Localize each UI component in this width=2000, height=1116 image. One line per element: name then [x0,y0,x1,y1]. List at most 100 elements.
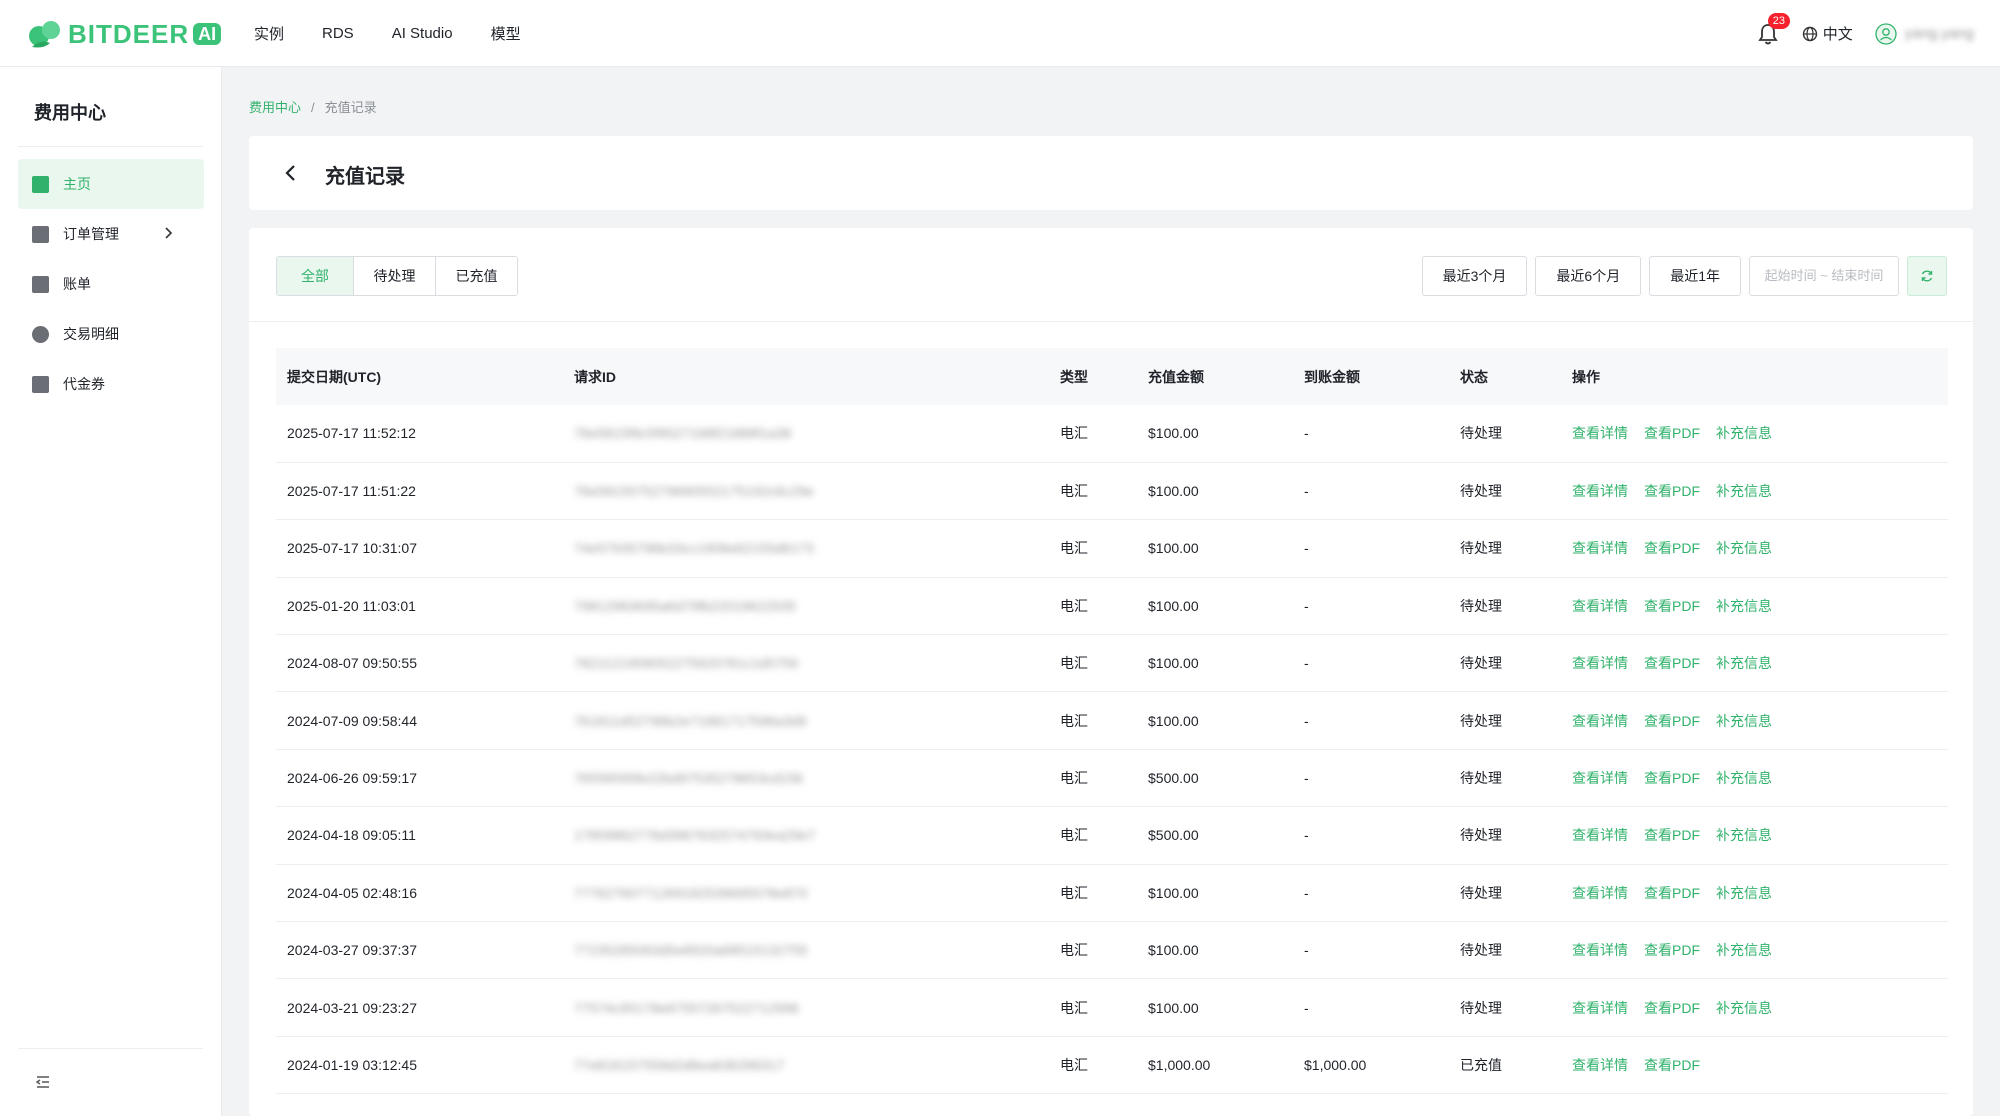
view-details-link[interactable]: 查看详情 [1572,770,1628,786]
cell-date: 2025-01-20 11:03:01 [287,597,416,614]
view-pdf-link[interactable]: 查看PDF [1644,942,1700,958]
request-id-text: 74e57935796b33cc1906e62155d6173 [574,540,814,557]
cell-request-id: 77574c95178e87557267522712996 [563,979,1049,1036]
cell-status: 待处理 [1460,483,1502,500]
view-pdf-link[interactable]: 查看PDF [1644,770,1700,786]
sidebar-item-orders[interactable]: 订单管理 [18,209,204,259]
supplement-info-link[interactable]: 补充信息 [1716,655,1772,671]
supplement-info-link[interactable]: 补充信息 [1716,713,1772,729]
supplement-info-link[interactable]: 补充信息 [1716,483,1772,499]
view-details-link[interactable]: 查看详情 [1572,655,1628,671]
view-details-link[interactable]: 查看详情 [1572,1000,1628,1016]
view-pdf-link[interactable]: 查看PDF [1644,885,1700,901]
view-pdf-link[interactable]: 查看PDF [1644,713,1700,729]
column-header-date: 提交日期(UTC) [287,368,382,385]
view-pdf-link[interactable]: 查看PDF [1644,483,1700,499]
sidebar-item-transactions[interactable]: 交易明细 [18,309,204,359]
last-6-months-button[interactable]: 最近6个月 [1535,256,1642,296]
user-menu[interactable]: yang.yang [1875,22,1974,45]
cell-status: 待处理 [1460,425,1502,442]
collapse-sidebar-icon[interactable] [34,1073,52,1091]
supplement-info-link[interactable]: 补充信息 [1716,942,1772,958]
supplement-info-link[interactable]: 补充信息 [1716,425,1772,441]
bitdeer-logo[interactable]: BITDEER AI [26,18,222,50]
cell-amount: $100.00 [1148,999,1199,1016]
sidebar-menu: 主页 订单管理 账单 交易明细 代金券 [18,159,204,409]
cell-amount: $100.00 [1148,597,1199,614]
sidebar-item-label: 交易明细 [63,326,119,342]
date-range-picker[interactable]: 起始时间 ~ 结束时间 [1749,256,1899,296]
cell-actions: 查看详情 查看PDF 补充信息 [1561,979,1948,1036]
view-details-link[interactable]: 查看详情 [1572,483,1628,499]
tab-pending[interactable]: 待处理 [354,257,436,295]
request-id-text: 76e5815f9c5f9527168f21888f1a38 [574,425,792,442]
cell-received: - [1304,942,1309,959]
logo-mark-icon [29,21,60,48]
table-row: 2024-01-19 03:12:45 77e816157559d2d8ea636… [276,1036,1948,1094]
view-pdf-link[interactable]: 查看PDF [1644,540,1700,556]
view-pdf-link[interactable]: 查看PDF [1644,1057,1700,1073]
cell-received: - [1304,425,1309,442]
back-arrow-icon[interactable] [281,162,301,184]
view-details-link[interactable]: 查看详情 [1572,827,1628,843]
supplement-info-link[interactable]: 补充信息 [1716,1000,1772,1016]
nav-models[interactable]: 模型 [491,23,521,44]
cell-status: 待处理 [1460,827,1502,844]
view-details-link[interactable]: 查看详情 [1572,1057,1628,1073]
tab-recharged[interactable]: 已充值 [436,257,517,295]
brand-name: BITDEER [68,19,190,49]
view-details-link[interactable]: 查看详情 [1572,425,1628,441]
view-details-link[interactable]: 查看详情 [1572,713,1628,729]
tab-all[interactable]: 全部 [277,257,354,295]
sidebar-item-bills[interactable]: 账单 [18,259,204,309]
view-details-link[interactable]: 查看详情 [1572,598,1628,614]
cell-amount: $500.00 [1148,770,1199,787]
sidebar: 费用中心 主页 订单管理 账单 交易明细 代金券 [0,67,222,1116]
nav-ai-studio[interactable]: AI Studio [392,25,453,42]
cell-date: 2025-07-17 10:31:07 [287,540,417,557]
refresh-button[interactable] [1907,256,1947,296]
view-details-link[interactable]: 查看详情 [1572,885,1628,901]
notifications-button[interactable]: 23 [1758,12,1790,45]
sidebar-title: 费用中心 [34,103,106,123]
table-row: 2024-07-09 09:58:44 761811d52796b2e716817… [276,692,1948,750]
cell-amount: $100.00 [1148,942,1199,959]
last-3-months-button[interactable]: 最近3个月 [1421,256,1528,296]
brand-suffix: AI [193,23,222,45]
cell-amount: $100.00 [1148,712,1199,729]
cell-status: 待处理 [1460,597,1502,614]
language-label: 中文 [1822,26,1853,43]
breadcrumb-current: 充值记录 [324,100,377,115]
supplement-info-link[interactable]: 补充信息 [1716,598,1772,614]
cell-date: 2024-04-18 09:05:11 [287,827,416,844]
sidebar-item-home[interactable]: 主页 [18,159,204,209]
view-pdf-link[interactable]: 查看PDF [1644,1000,1700,1016]
view-pdf-link[interactable]: 查看PDF [1644,655,1700,671]
sidebar-item-vouchers[interactable]: 代金券 [18,359,204,409]
view-pdf-link[interactable]: 查看PDF [1644,598,1700,614]
view-pdf-link[interactable]: 查看PDF [1644,827,1700,843]
supplement-info-link[interactable]: 补充信息 [1716,885,1772,901]
recharge-records-table: 提交日期(UTC) 请求ID 类型 充值金额 到账金额 状态 操作 2025-0… [276,348,1948,1094]
sidebar-item-label: 订单管理 [63,226,119,242]
nav-rds[interactable]: RDS [322,25,354,42]
last-1-year-button[interactable]: 最近1年 [1649,256,1741,296]
supplement-info-link[interactable]: 补充信息 [1716,540,1772,556]
view-details-link[interactable]: 查看详情 [1572,540,1628,556]
view-pdf-link[interactable]: 查看PDF [1644,425,1700,441]
cell-actions: 查看详情 查看PDF 补充信息 [1561,635,1948,692]
supplement-info-link[interactable]: 补充信息 [1716,770,1772,786]
table-row: 2024-03-21 09:23:27 77574c95178e875572675… [276,979,1948,1037]
cell-date: 2024-08-07 09:50:55 [287,655,417,672]
request-id-text: 77235285063d5e8920a68515132755 [574,942,808,959]
language-switcher[interactable]: 中文 [1802,23,1853,44]
supplement-info-link[interactable]: 补充信息 [1716,827,1772,843]
nav-instances[interactable]: 实例 [254,23,284,44]
column-header-amount: 充值金额 [1148,368,1204,385]
breadcrumb-parent-link[interactable]: 费用中心 [249,100,301,115]
view-details-link[interactable]: 查看详情 [1572,942,1628,958]
cell-actions: 查看详情 查看PDF 补充信息 [1561,864,1948,921]
request-id-text: 76e5815575279690552175192c6c29e [574,483,814,500]
globe-icon [1802,26,1817,41]
cell-actions: 查看详情 查看PDF 补充信息 [1561,922,1948,979]
